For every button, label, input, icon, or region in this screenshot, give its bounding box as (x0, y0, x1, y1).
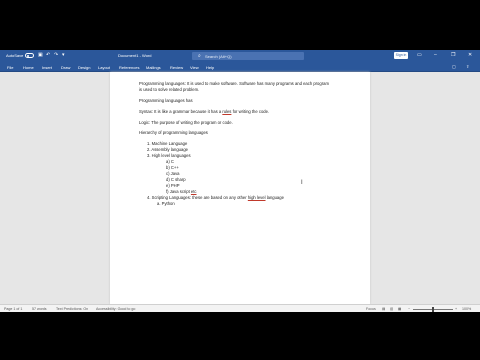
close-icon[interactable]: ✕ (468, 52, 472, 58)
tab-help[interactable]: Help (206, 65, 214, 70)
list-item: d) C sharp (166, 177, 186, 182)
paragraph-line: Logic: The purpose of writing the progra… (139, 120, 233, 125)
list-item-text: f) Java script (166, 189, 190, 194)
accessibility[interactable]: Accessibility: Good to go (96, 307, 135, 311)
zoom-level[interactable]: 100% (462, 307, 471, 311)
ribbon-display-icon[interactable]: ▭ (417, 52, 422, 58)
tab-draw[interactable]: Draw (61, 65, 70, 70)
search-icon: ⌕ (198, 53, 201, 59)
read-mode-icon[interactable]: ▤ (382, 307, 385, 311)
list-item: e) PHP (166, 183, 180, 188)
sign-in-button[interactable]: Sign in (394, 52, 408, 59)
tab-mailings[interactable]: Mailings (146, 65, 161, 70)
restore-icon[interactable]: ❐ (451, 52, 455, 58)
document-area: Programming languages: It is used to mak… (0, 72, 480, 304)
list-item: f) Java script etc (166, 189, 197, 194)
list-item: b) C++ (166, 165, 179, 170)
paragraph-line: Hierarchy of programming languages (139, 130, 208, 135)
paragraph-line: Programming languages: It is used to mak… (139, 81, 329, 86)
autosave-toggle[interactable] (25, 53, 34, 58)
word-count[interactable]: 57 words (32, 307, 47, 311)
list-item-etc: etc (190, 189, 197, 194)
paragraph-line: Syntax: It is like a grammar because it … (139, 109, 270, 114)
list-item: 4. Scripting Languages: these are based … (147, 195, 284, 200)
ribbon-tabs: File Home Insert Draw Design Layout Refe… (0, 62, 480, 72)
tab-insert[interactable]: Insert (42, 65, 52, 70)
list-item: a) C (166, 159, 174, 164)
autosave-label: AutoSave (6, 53, 24, 58)
document-title: Document1 - Word (118, 53, 152, 58)
list-item: c) Java (166, 171, 180, 176)
chevron-down-icon[interactable]: ▾ (62, 53, 65, 58)
i-beam-cursor-icon: I (301, 180, 303, 186)
zoom-in-icon[interactable]: + (455, 307, 457, 311)
paragraph-line: Programming languages has (139, 98, 193, 103)
list-item: 1. Machine Language (147, 141, 188, 146)
tab-review[interactable]: Review (170, 65, 183, 70)
status-bar: Page 1 of 1 57 words Text Predictions: O… (0, 304, 480, 312)
title-bar: AutoSave ▣ ↶ ↷ ▾ Document1 - Word ⌕ Sear… (0, 50, 480, 62)
list-item-text: 4. Scripting Languages: these are based … (147, 195, 247, 200)
tab-design[interactable]: Design (78, 65, 90, 70)
save-icon[interactable]: ▣ (38, 53, 43, 58)
search-box[interactable]: ⌕ Search (Alt+Q) (192, 52, 304, 60)
tab-file[interactable]: File (7, 65, 13, 70)
paragraph-line: is used to solve related problem. (139, 87, 200, 92)
page-count[interactable]: Page 1 of 1 (4, 307, 22, 311)
comment-icon[interactable]: ▢ (452, 64, 456, 69)
focus-mode[interactable]: Focus (366, 307, 376, 311)
zoom-out-icon[interactable]: − (408, 307, 410, 311)
search-placeholder: Search (Alt+Q) (205, 54, 232, 59)
undo-icon[interactable]: ↶ (46, 53, 50, 58)
minimize-icon[interactable]: – (434, 52, 437, 58)
word-window: AutoSave ▣ ↶ ↷ ▾ Document1 - Word ⌕ Sear… (0, 50, 480, 312)
tab-references[interactable]: References (119, 65, 139, 70)
print-layout-icon[interactable]: ▥ (390, 307, 393, 311)
tab-layout[interactable]: Layout (98, 65, 110, 70)
tab-view[interactable]: View (190, 65, 199, 70)
list-item: a. Python (157, 201, 175, 206)
list-item: 2. Assembly language (147, 147, 188, 152)
tab-home[interactable]: Home (23, 65, 34, 70)
zoom-slider-handle[interactable] (432, 306, 434, 312)
redo-icon[interactable]: ↷ (54, 53, 58, 58)
share-icon[interactable]: ⇪ (466, 64, 469, 69)
web-layout-icon[interactable]: ▦ (398, 307, 401, 311)
document-page[interactable]: Programming languages: It is used to mak… (110, 72, 370, 304)
list-item-high-level: high level (247, 195, 266, 200)
list-item: 3. High level languages (147, 153, 191, 158)
list-item-text-end: language (266, 195, 284, 200)
text-predictions[interactable]: Text Predictions: On (56, 307, 88, 311)
